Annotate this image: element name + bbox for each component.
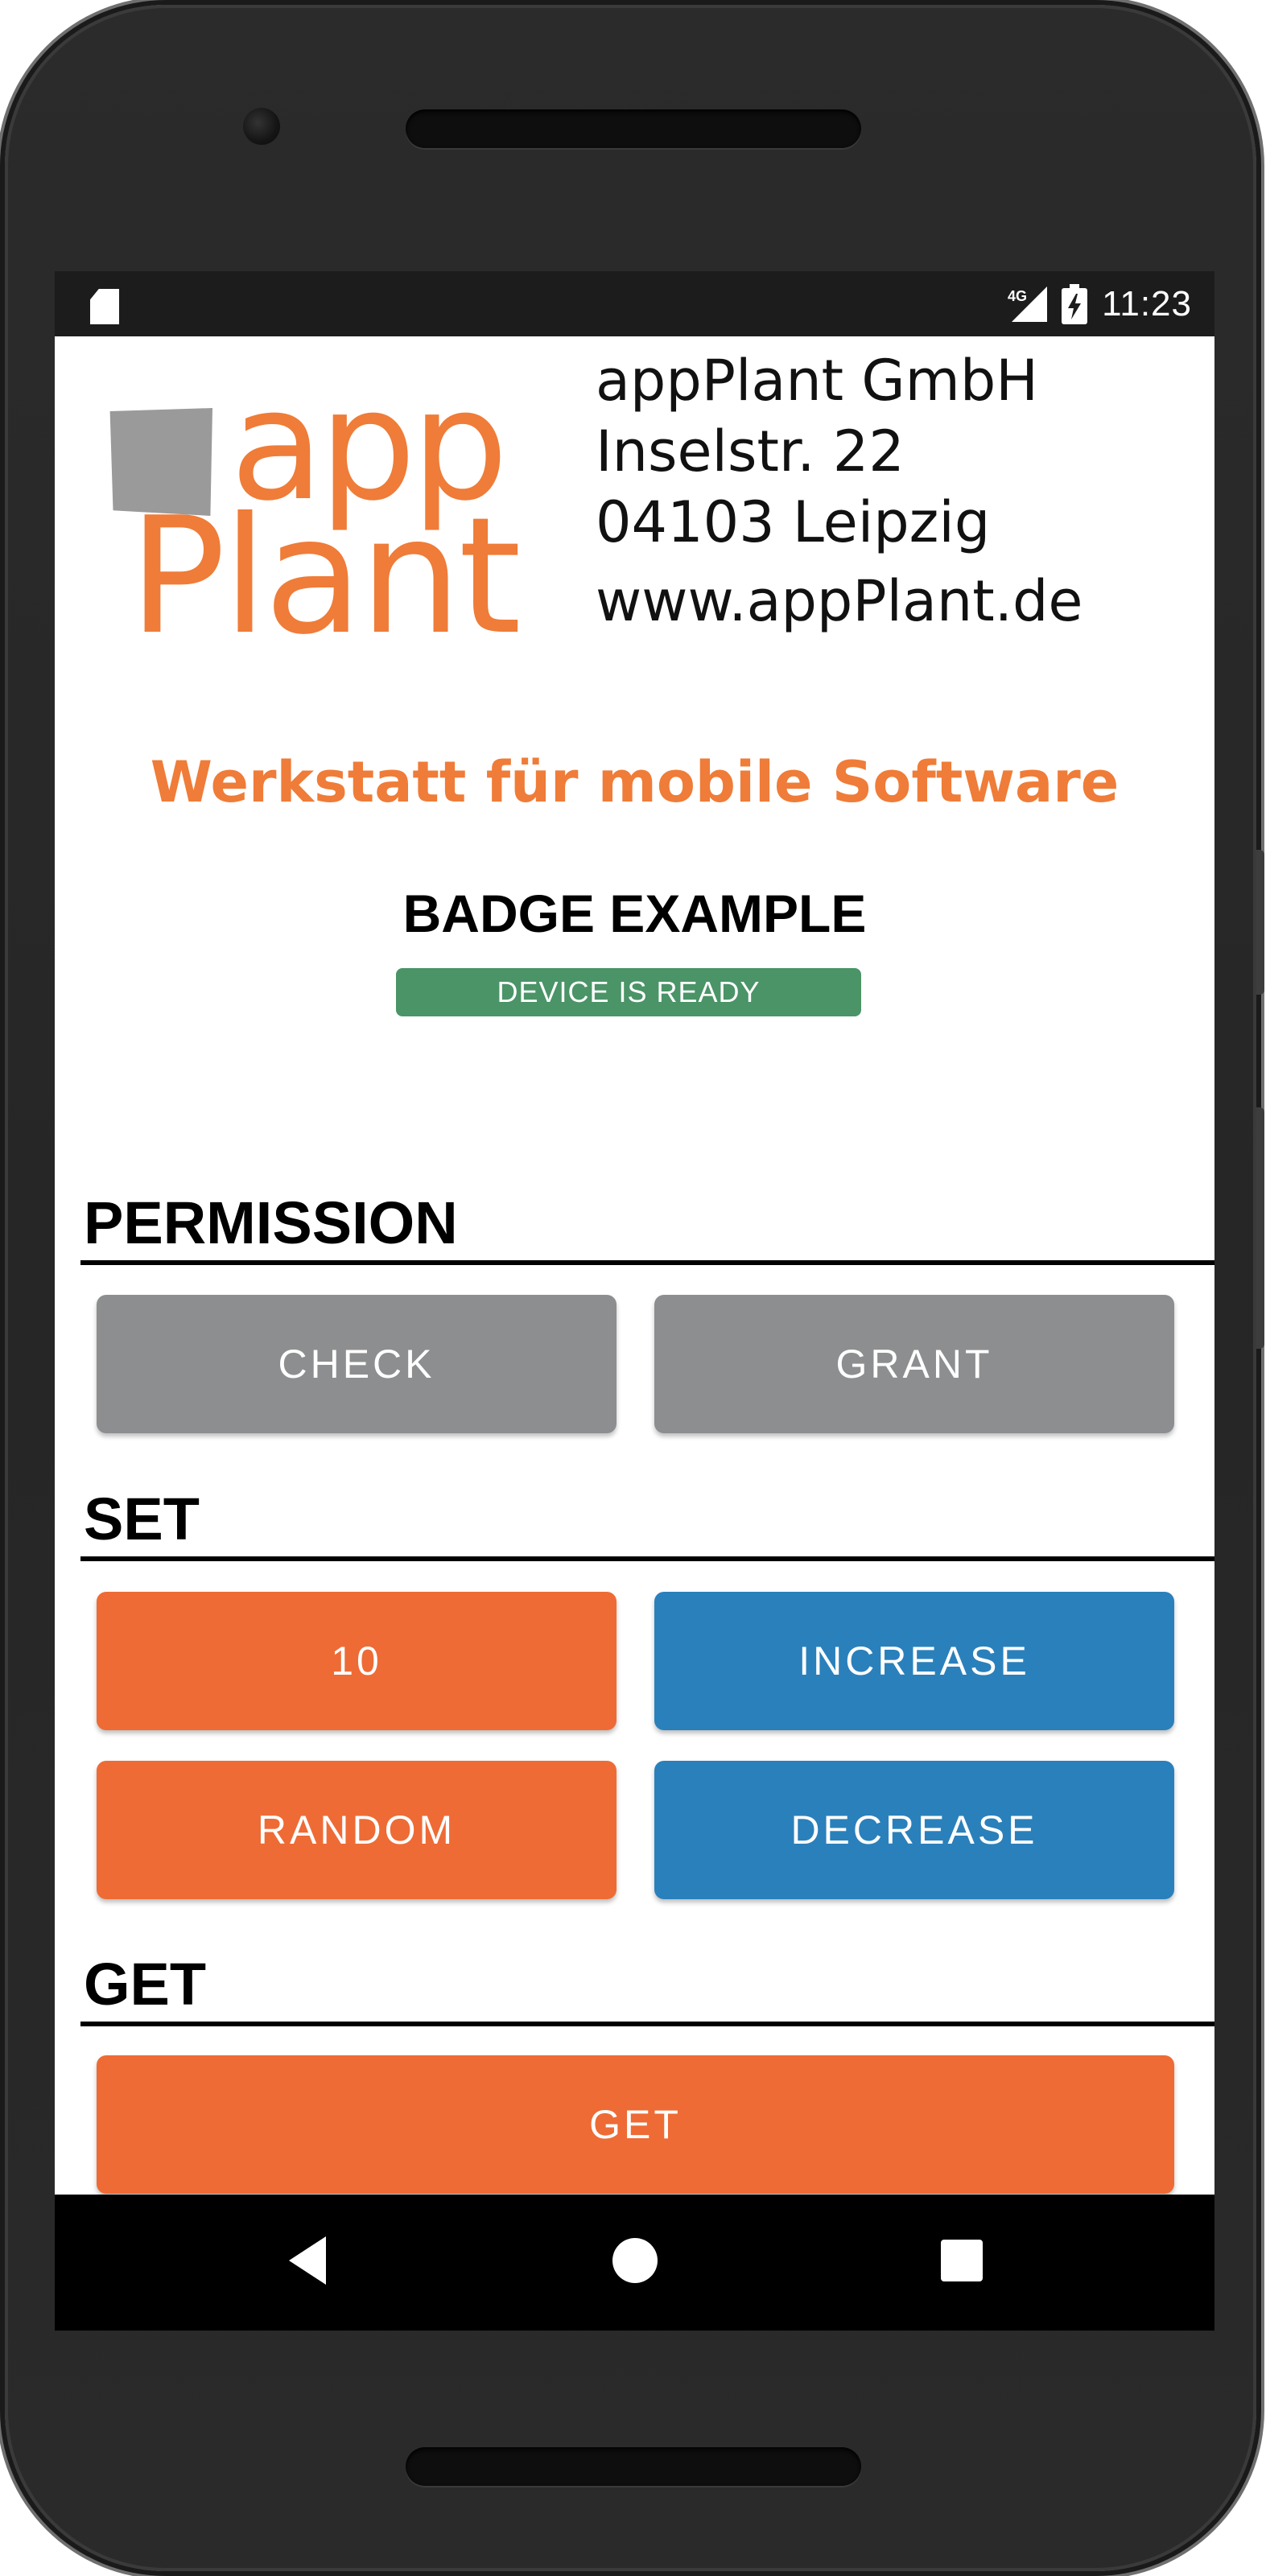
increase-button[interactable]: INCREASE xyxy=(654,1592,1174,1730)
status-icons: 4G 11:23 xyxy=(1007,282,1192,326)
company-address: appPlant GmbH Inselstr. 22 04103 Leipzig… xyxy=(596,345,1082,637)
address-line: appPlant GmbH xyxy=(596,348,1038,414)
top-speaker xyxy=(406,109,861,148)
section-title-permission: PERMISSION xyxy=(84,1189,458,1256)
random-button[interactable]: RANDOM xyxy=(97,1761,617,1899)
volume-button xyxy=(1256,850,1264,995)
address-line: Inselstr. 22 xyxy=(596,418,905,484)
home-icon[interactable] xyxy=(612,2238,658,2283)
set-value-button[interactable]: 10 xyxy=(97,1592,617,1730)
address-line: 04103 Leipzig xyxy=(596,489,991,555)
section-title-set: SET xyxy=(84,1486,200,1552)
section-divider xyxy=(80,1556,1214,1561)
section-title-get: GET xyxy=(84,1951,207,2018)
tagline: Werkstatt für mobile Software xyxy=(150,749,1120,815)
network-type-label: 4G xyxy=(1008,288,1027,304)
badge-title: BADGE EXAMPLE xyxy=(402,884,867,943)
recents-icon[interactable] xyxy=(941,2240,983,2281)
grant-button[interactable]: GRANT xyxy=(654,1295,1174,1433)
decrease-button[interactable]: DECREASE xyxy=(654,1761,1174,1899)
status-time: 11:23 xyxy=(1102,284,1192,324)
app-screen: 4G 11:23 app Plant appPlant GmbH Inselst… xyxy=(55,271,1214,2331)
front-camera xyxy=(243,108,280,145)
phone-frame: 4G 11:23 app Plant appPlant GmbH Inselst… xyxy=(5,5,1264,2571)
get-button[interactable]: GET xyxy=(97,2055,1174,2194)
status-bar: 4G 11:23 xyxy=(55,271,1214,336)
address-line: www.appPlant.de xyxy=(596,568,1083,634)
check-button[interactable]: CHECK xyxy=(97,1295,617,1433)
battery-charging-icon xyxy=(1062,284,1088,324)
device-status-badge: DEVICE IS READY xyxy=(396,968,861,1016)
back-icon[interactable] xyxy=(289,2236,326,2285)
navigation-bar xyxy=(55,2195,1214,2331)
logo-plant-word: Plant xyxy=(129,483,522,670)
power-button xyxy=(1256,1107,1264,1349)
sd-card-icon xyxy=(90,289,119,324)
section-divider xyxy=(80,1260,1214,1265)
bottom-speaker xyxy=(406,2447,861,2486)
signal-icon: 4G xyxy=(1007,285,1048,324)
section-divider xyxy=(80,2022,1214,2026)
